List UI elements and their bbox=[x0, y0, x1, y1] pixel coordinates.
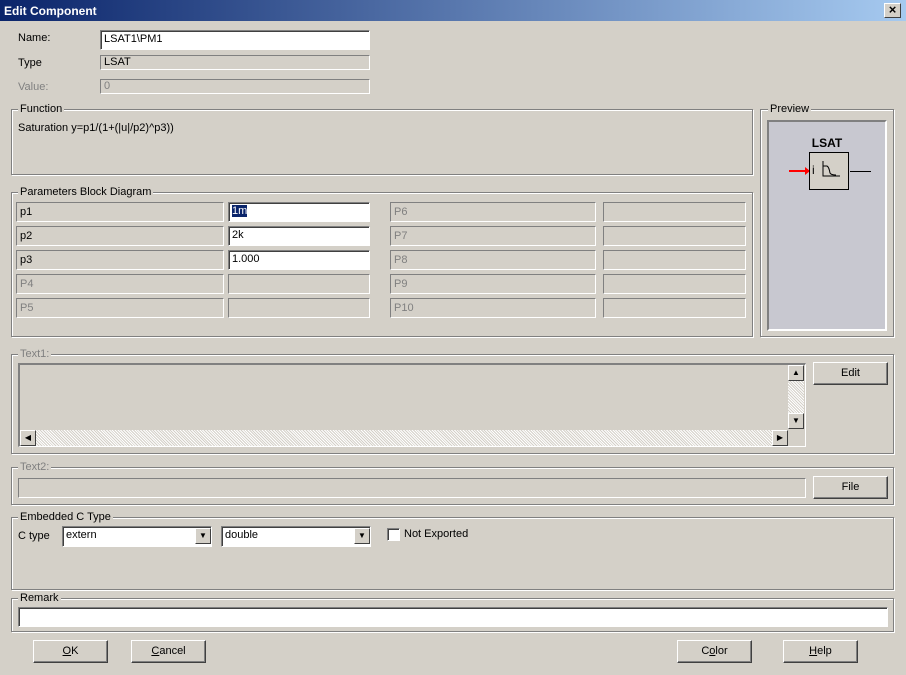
type-field: LSAT bbox=[100, 55, 370, 70]
storage-class-value: extern bbox=[66, 529, 97, 541]
data-type-select[interactable]: double ▼ bbox=[221, 526, 371, 547]
parameters-group-title: Parameters Block Diagram bbox=[18, 186, 154, 198]
param-input-p9 bbox=[603, 274, 746, 294]
color-button[interactable]: Color bbox=[677, 640, 752, 663]
remark-group-title: Remark bbox=[18, 592, 61, 604]
storage-class-dropdown-arrow[interactable]: ▼ bbox=[195, 528, 211, 544]
param-label-p9: P9 bbox=[390, 274, 596, 294]
param-input-p1-selected-text: 1m bbox=[232, 205, 248, 217]
window-title: Edit Component bbox=[4, 4, 97, 18]
chevron-down-icon: ▼ bbox=[199, 531, 207, 540]
scroll-up-button[interactable]: ▲ bbox=[788, 365, 804, 381]
value-field: 0 bbox=[100, 79, 370, 94]
storage-class-select[interactable]: extern ▼ bbox=[62, 526, 212, 547]
cancel-button[interactable]: Cancel bbox=[131, 640, 206, 663]
param-input-p5 bbox=[228, 298, 370, 318]
function-group-title: Function bbox=[18, 103, 65, 115]
text1-content bbox=[20, 365, 788, 429]
data-type-value: double bbox=[225, 529, 259, 541]
scroll-right-button[interactable]: ▶ bbox=[772, 430, 788, 446]
scroll-left-icon: ◀ bbox=[24, 433, 32, 442]
name-label: Name: bbox=[18, 32, 51, 44]
not-exported-checkbox[interactable] bbox=[387, 528, 400, 541]
file-button[interactable]: File bbox=[813, 476, 888, 499]
edit-button[interactable]: Edit bbox=[813, 362, 888, 385]
param-input-p3[interactable]: 1.000 bbox=[228, 250, 370, 270]
text1-horizontal-scrollbar[interactable] bbox=[20, 430, 788, 446]
text2-group-title: Text2: bbox=[18, 461, 52, 473]
scroll-down-button[interactable]: ▼ bbox=[788, 413, 804, 429]
ok-label-rest: K bbox=[71, 645, 79, 657]
param-input-p1[interactable]: 1m bbox=[228, 202, 370, 222]
param-label-p4: P4 bbox=[16, 274, 224, 294]
preview-block-name: LSAT bbox=[811, 136, 843, 150]
param-label-p2: p2 bbox=[16, 226, 224, 246]
value-label: Value: bbox=[18, 81, 49, 93]
param-label-p3: p3 bbox=[16, 250, 224, 270]
input-port-label: i bbox=[812, 163, 815, 177]
saturation-curve-icon bbox=[822, 161, 840, 177]
title-bar: Edit Component bbox=[0, 0, 906, 22]
param-input-p10 bbox=[603, 298, 746, 318]
ctype-label: C type bbox=[18, 530, 50, 542]
name-input[interactable]: LSAT1\PM1 bbox=[100, 30, 370, 50]
embedded-c-type-title: Embedded C Type bbox=[18, 511, 113, 523]
param-label-p6: P6 bbox=[390, 202, 596, 222]
scroll-up-icon: ▲ bbox=[792, 368, 800, 377]
preview-canvas: LSAT i bbox=[767, 120, 887, 331]
param-label-p1: p1 bbox=[16, 202, 224, 222]
param-label-p7: P7 bbox=[390, 226, 596, 246]
output-wire bbox=[850, 171, 871, 172]
help-label-rest: elp bbox=[817, 645, 832, 657]
param-input-p7 bbox=[603, 226, 746, 246]
param-input-p6 bbox=[603, 202, 746, 222]
type-label: Type bbox=[18, 57, 42, 69]
text1-group-title: Text1: bbox=[18, 348, 52, 360]
scroll-right-icon: ▶ bbox=[776, 433, 784, 442]
close-button[interactable]: × bbox=[884, 3, 901, 18]
param-input-p2[interactable]: 2k bbox=[228, 226, 370, 246]
help-button[interactable]: Help bbox=[783, 640, 858, 663]
param-label-p8: P8 bbox=[390, 250, 596, 270]
data-type-dropdown-arrow[interactable]: ▼ bbox=[354, 528, 370, 544]
scroll-down-icon: ▼ bbox=[792, 416, 800, 425]
remark-input[interactable] bbox=[18, 607, 888, 627]
ok-mnemonic: O bbox=[62, 645, 72, 657]
param-input-p4 bbox=[228, 274, 370, 294]
lsat-block: i bbox=[809, 152, 849, 190]
close-icon: × bbox=[888, 2, 897, 17]
param-label-p10: P10 bbox=[390, 298, 596, 318]
color-label-rest: lor bbox=[715, 645, 728, 657]
scroll-left-button[interactable]: ◀ bbox=[20, 430, 36, 446]
chevron-down-icon: ▼ bbox=[358, 531, 366, 540]
not-exported-label: Not Exported bbox=[404, 528, 469, 540]
param-input-p8 bbox=[603, 250, 746, 270]
preview-group-title: Preview bbox=[768, 103, 812, 115]
cancel-label-rest: ancel bbox=[159, 645, 186, 657]
text1-textarea[interactable]: ▲ ▼ ◀ ▶ bbox=[18, 363, 806, 447]
param-label-p5: P5 bbox=[16, 298, 224, 318]
text2-field bbox=[18, 478, 806, 498]
ok-button[interactable]: OK bbox=[33, 640, 108, 663]
function-text: Saturation y=p1/(1+(|u|/p2)^p3)) bbox=[18, 122, 174, 134]
help-mnemonic: H bbox=[809, 645, 818, 657]
function-group bbox=[11, 109, 753, 175]
